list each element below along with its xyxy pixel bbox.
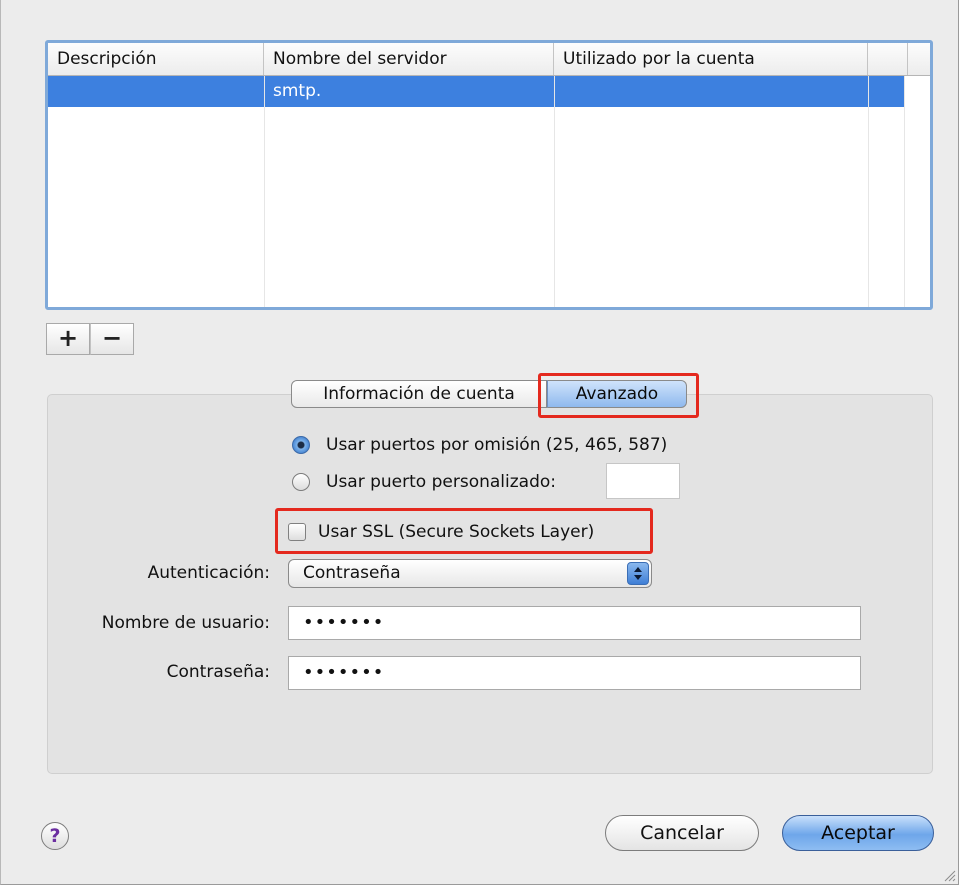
authentication-label: Autenticación: bbox=[147, 563, 270, 583]
remove-server-button[interactable]: − bbox=[90, 323, 134, 355]
column-header-used-by-account[interactable]: Utilizado por la cuenta bbox=[554, 43, 868, 75]
custom-port-label: Usar puerto personalizado: bbox=[326, 472, 556, 492]
row-account bbox=[554, 76, 563, 107]
popup-arrows-icon bbox=[627, 562, 649, 585]
column-header-corner bbox=[908, 43, 930, 75]
username-label: Nombre de usuario: bbox=[101, 613, 270, 633]
row-server-name: smtp. bbox=[273, 81, 322, 101]
column-header-server-name[interactable]: Nombre del servidor bbox=[264, 43, 554, 75]
table-scrollbar[interactable] bbox=[904, 76, 930, 307]
default-ports-label: Usar puertos por omisión (25, 465, 587) bbox=[326, 435, 668, 455]
password-field[interactable]: ••••••• bbox=[288, 656, 861, 690]
password-label: Contraseña: bbox=[166, 662, 270, 682]
authentication-popup[interactable]: Contraseña bbox=[288, 559, 652, 588]
radio-button[interactable] bbox=[292, 473, 310, 491]
column-header-extra[interactable] bbox=[868, 43, 908, 75]
custom-port-field[interactable] bbox=[606, 463, 680, 499]
ssl-label: Usar SSL (Secure Sockets Layer) bbox=[318, 522, 595, 542]
column-divider bbox=[264, 76, 265, 307]
column-divider bbox=[868, 76, 869, 307]
table-row[interactable]: smtp. bbox=[48, 76, 905, 107]
column-divider bbox=[554, 76, 555, 307]
radio-button-selected[interactable] bbox=[292, 436, 310, 454]
authentication-value: Contraseña bbox=[303, 563, 401, 583]
column-header-description[interactable]: Descripción bbox=[48, 43, 264, 75]
table-header: Descripción Nombre del servidor Utilizad… bbox=[48, 43, 930, 76]
ok-button[interactable]: Aceptar bbox=[782, 815, 934, 851]
username-field[interactable]: ••••••• bbox=[288, 606, 861, 640]
resize-grip-icon[interactable] bbox=[942, 868, 956, 882]
add-server-button[interactable]: + bbox=[46, 323, 90, 355]
ssl-checkbox[interactable] bbox=[288, 523, 306, 541]
tab-advanced[interactable]: Avanzado bbox=[547, 380, 687, 408]
add-remove-control: + − bbox=[46, 323, 138, 357]
row-description bbox=[48, 76, 57, 107]
smtp-server-table[interactable]: Descripción Nombre del servidor Utilizad… bbox=[45, 40, 933, 310]
smtp-server-dialog: Descripción Nombre del servidor Utilizad… bbox=[0, 0, 959, 885]
tab-account-info[interactable]: Información de cuenta bbox=[291, 380, 547, 408]
help-button[interactable]: ? bbox=[41, 822, 69, 850]
cancel-button[interactable]: Cancelar bbox=[605, 815, 759, 851]
